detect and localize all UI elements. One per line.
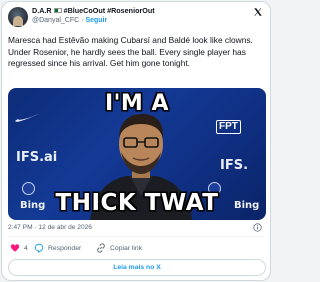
tweet-media-image[interactable]: IFS.ai Bing FPT IFS. Bing I'M A THICK TW… — [8, 88, 266, 220]
link-icon — [97, 243, 105, 253]
like-button[interactable]: 4 — [10, 242, 28, 254]
tweet-text: Maresca had Estêvão making Cubarsí and B… — [8, 35, 253, 68]
author-name-line: D.A.R #BlueCoOut #RoseniorOut — [32, 6, 155, 15]
info-icon[interactable] — [253, 223, 262, 232]
author-hashtags[interactable]: #BlueCoOut #RoseniorOut — [64, 6, 155, 15]
comment-icon — [34, 243, 44, 253]
tweet-card: D.A.R #BlueCoOut #RoseniorOut @Danyal_CFC… — [1, 1, 271, 281]
sponsor-ifs-right: IFS. — [220, 158, 249, 173]
sponsor-ifs-left: IFS.ai — [16, 150, 58, 165]
sponsor-fpt: FPT — [216, 120, 241, 134]
author-handle[interactable]: @Danyal_CFC — [32, 17, 79, 24]
heart-icon — [10, 244, 20, 252]
meme-top-caption: I'M A — [105, 91, 169, 116]
author-handle-line: @Danyal_CFC · Seguir — [32, 16, 107, 25]
display-name[interactable]: D.A.R — [32, 6, 52, 15]
copy-link-button[interactable]: Copiar link — [96, 242, 142, 254]
avatar[interactable] — [8, 7, 28, 27]
meme-bottom-caption: THICK TWAT — [55, 190, 219, 216]
like-count: 4 — [24, 244, 28, 252]
x-logo-icon[interactable] — [253, 7, 263, 17]
flag-icon — [53, 8, 62, 13]
read-more-button[interactable]: Leia mais no X — [8, 259, 266, 276]
follow-button[interactable]: Seguir — [85, 17, 107, 24]
reply-label: Responder — [48, 244, 82, 252]
tweet-timestamp[interactable]: 2:47 PM · 12 de abr de 2026 — [8, 224, 92, 231]
divider — [8, 236, 264, 237]
separator-dot: · — [81, 17, 84, 24]
reply-button[interactable]: Responder — [34, 242, 81, 254]
copy-link-label: Copiar link — [110, 244, 143, 252]
